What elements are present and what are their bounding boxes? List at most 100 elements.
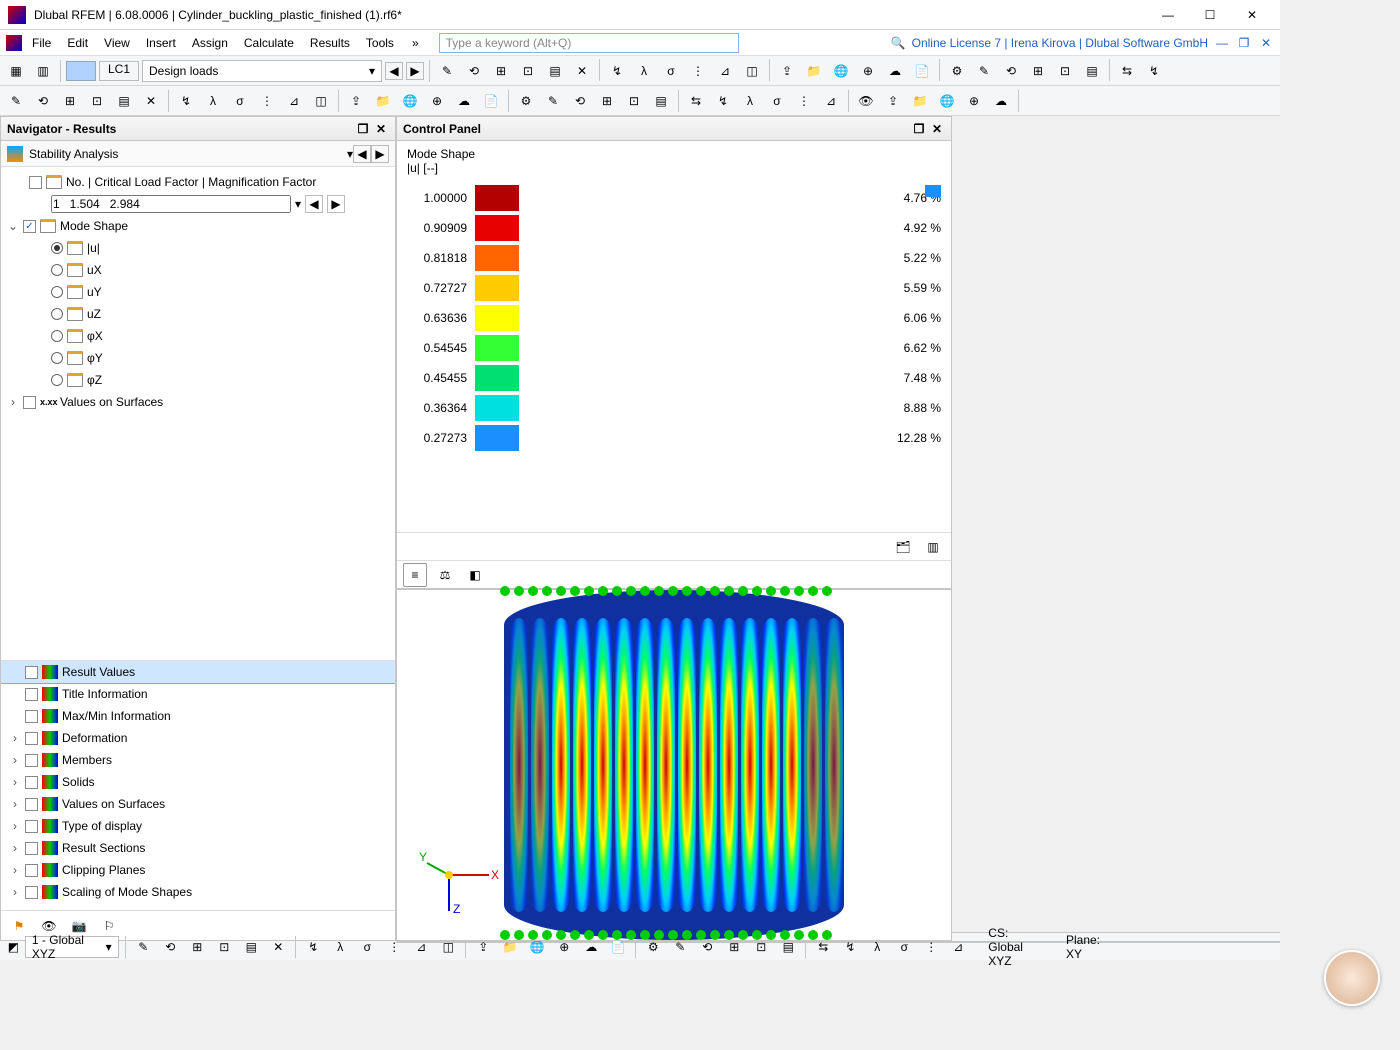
tool-icon[interactable]: ☁	[989, 89, 1013, 113]
tool-icon[interactable]: ⟲	[31, 89, 55, 113]
menu-tools[interactable]: Tools	[358, 33, 402, 53]
checkbox[interactable]	[25, 842, 38, 855]
tool-icon[interactable]: ⊞	[489, 59, 513, 83]
tool-icon[interactable]: ✎	[541, 89, 565, 113]
lc-prev-button[interactable]: ◀	[385, 62, 403, 80]
tool-icon[interactable]: σ	[659, 59, 683, 83]
tool-icon[interactable]: ✎	[972, 59, 996, 83]
results-tree[interactable]: No. | Critical Load Factor | Magnificati…	[1, 167, 395, 660]
display-item-max-min-information[interactable]: Max/Min Information	[1, 705, 395, 727]
tool-icon[interactable]: 🌐	[398, 89, 422, 113]
display-item-result-sections[interactable]: ›Result Sections	[1, 837, 395, 859]
display-item-scaling-of-mode-shapes[interactable]: ›Scaling of Mode Shapes	[1, 881, 395, 903]
tool-icon[interactable]: ▤	[649, 89, 673, 113]
tool-icon[interactable]: 📄	[479, 89, 503, 113]
result-case-dropdown[interactable]	[51, 195, 291, 213]
checkbox[interactable]	[25, 710, 38, 723]
tool-icon[interactable]: ▥	[31, 59, 55, 83]
tool-icon[interactable]: ◫	[309, 89, 333, 113]
assistant-avatar[interactable]	[1324, 950, 1380, 1006]
expand-caret-icon[interactable]: ›	[7, 395, 19, 409]
menu-view[interactable]: View	[96, 33, 138, 53]
checkbox[interactable]	[23, 396, 36, 409]
tool-icon[interactable]: ✕	[139, 89, 163, 113]
tool-icon[interactable]: ⇆	[684, 89, 708, 113]
tool-icon[interactable]: ⟲	[999, 59, 1023, 83]
panel-dock-button[interactable]: ❐	[355, 121, 371, 137]
tool-icon[interactable]: ⊞	[595, 89, 619, 113]
tool-icon[interactable]: ↯	[301, 935, 325, 959]
tool-icon[interactable]: ↯	[711, 89, 735, 113]
legend-config-button[interactable]: 🗂	[891, 535, 915, 559]
checkbox[interactable]	[25, 798, 38, 811]
tool-icon[interactable]: 📁	[802, 59, 826, 83]
close-button[interactable]: ✕	[1232, 2, 1272, 28]
tool-icon[interactable]: ⟲	[158, 935, 182, 959]
display-item-title-information[interactable]: Title Information	[1, 683, 395, 705]
legend-list-icon[interactable]: ≡	[403, 563, 427, 587]
display-item-result-values[interactable]: Result Values	[1, 661, 395, 683]
search-icon[interactable]: 🔍	[891, 36, 906, 50]
tool-icon[interactable]: ⊿	[282, 89, 306, 113]
search-input[interactable]: Type a keyword (Alt+Q)	[439, 33, 739, 53]
display-item-solids[interactable]: ›Solids	[1, 771, 395, 793]
case-next-button[interactable]: ▶	[327, 195, 345, 213]
menu-calculate[interactable]: Calculate	[236, 33, 302, 53]
tool-icon[interactable]: ⊞	[185, 935, 209, 959]
radio[interactable]	[51, 286, 63, 298]
tool-icon[interactable]: ⋮	[255, 89, 279, 113]
tool-icon[interactable]: λ	[632, 59, 656, 83]
menu-results[interactable]: Results	[302, 33, 358, 53]
tool-icon[interactable]: ⇪	[344, 89, 368, 113]
tool-icon[interactable]: ⊕	[856, 59, 880, 83]
display-item-deformation[interactable]: ›Deformation	[1, 727, 395, 749]
tool-icon[interactable]: ⊕	[962, 89, 986, 113]
panel-dock-button[interactable]: ❐	[1239, 942, 1255, 943]
checkbox[interactable]	[29, 176, 42, 189]
display-item-type-of-display[interactable]: ›Type of display	[1, 815, 395, 837]
tool-icon[interactable]: ⇆	[1115, 59, 1139, 83]
tool-icon[interactable]: ▤	[1080, 59, 1104, 83]
mdi-minimize-button[interactable]: —	[1214, 35, 1230, 51]
case-prev-button[interactable]: ◀	[305, 195, 323, 213]
tool-icon[interactable]: ▤	[112, 89, 136, 113]
tool-icon[interactable]: ⊡	[622, 89, 646, 113]
tool-icon[interactable]: σ	[228, 89, 252, 113]
panel-close-button[interactable]: ✕	[373, 121, 389, 137]
tool-icon[interactable]: ▤	[543, 59, 567, 83]
tool-icon[interactable]: 🌐	[829, 59, 853, 83]
tool-icon[interactable]: ⊡	[212, 935, 236, 959]
category-prev-button[interactable]: ◀	[353, 145, 371, 163]
checkbox[interactable]	[25, 864, 38, 877]
tool-icon[interactable]: ⊡	[1053, 59, 1077, 83]
tool-icon[interactable]: ⊿	[819, 89, 843, 113]
tool-icon[interactable]: ✕	[570, 59, 594, 83]
tool-icon[interactable]: ↯	[605, 59, 629, 83]
tool-icon[interactable]: ↯	[1142, 59, 1166, 83]
model-viewport[interactable]: X Y ↓Z	[396, 589, 952, 941]
legend-balance-icon[interactable]: ⚖	[433, 563, 457, 587]
mdi-restore-button[interactable]: ❐	[1236, 35, 1252, 51]
tool-icon[interactable]: 📁	[371, 89, 395, 113]
menu-insert[interactable]: Insert	[138, 33, 184, 53]
menu-file[interactable]: File	[24, 33, 59, 53]
nav-footer-flag-icon[interactable]: ⚑	[7, 914, 31, 938]
checkbox[interactable]	[25, 666, 38, 679]
tool-icon[interactable]: 👁	[854, 89, 878, 113]
mdi-close-button[interactable]: ✕	[1258, 35, 1274, 51]
tool-icon[interactable]: ↯	[174, 89, 198, 113]
tool-icon[interactable]: ⊕	[425, 89, 449, 113]
panel-close-button[interactable]: ✕	[1257, 942, 1273, 943]
tool-icon[interactable]: ⋮	[792, 89, 816, 113]
tool-icon[interactable]: ⊞	[1026, 59, 1050, 83]
lc-next-button[interactable]: ▶	[406, 62, 424, 80]
tool-icon[interactable]: ⚙	[514, 89, 538, 113]
tool-icon[interactable]: ⟲	[568, 89, 592, 113]
tool-icon[interactable]: λ	[738, 89, 762, 113]
radio[interactable]	[51, 352, 63, 364]
radio[interactable]	[51, 242, 63, 254]
panel-dock-button[interactable]: ❐	[911, 121, 927, 137]
tool-icon[interactable]: ⋮	[686, 59, 710, 83]
tool-icon[interactable]: σ	[355, 935, 379, 959]
checkbox[interactable]	[25, 820, 38, 833]
